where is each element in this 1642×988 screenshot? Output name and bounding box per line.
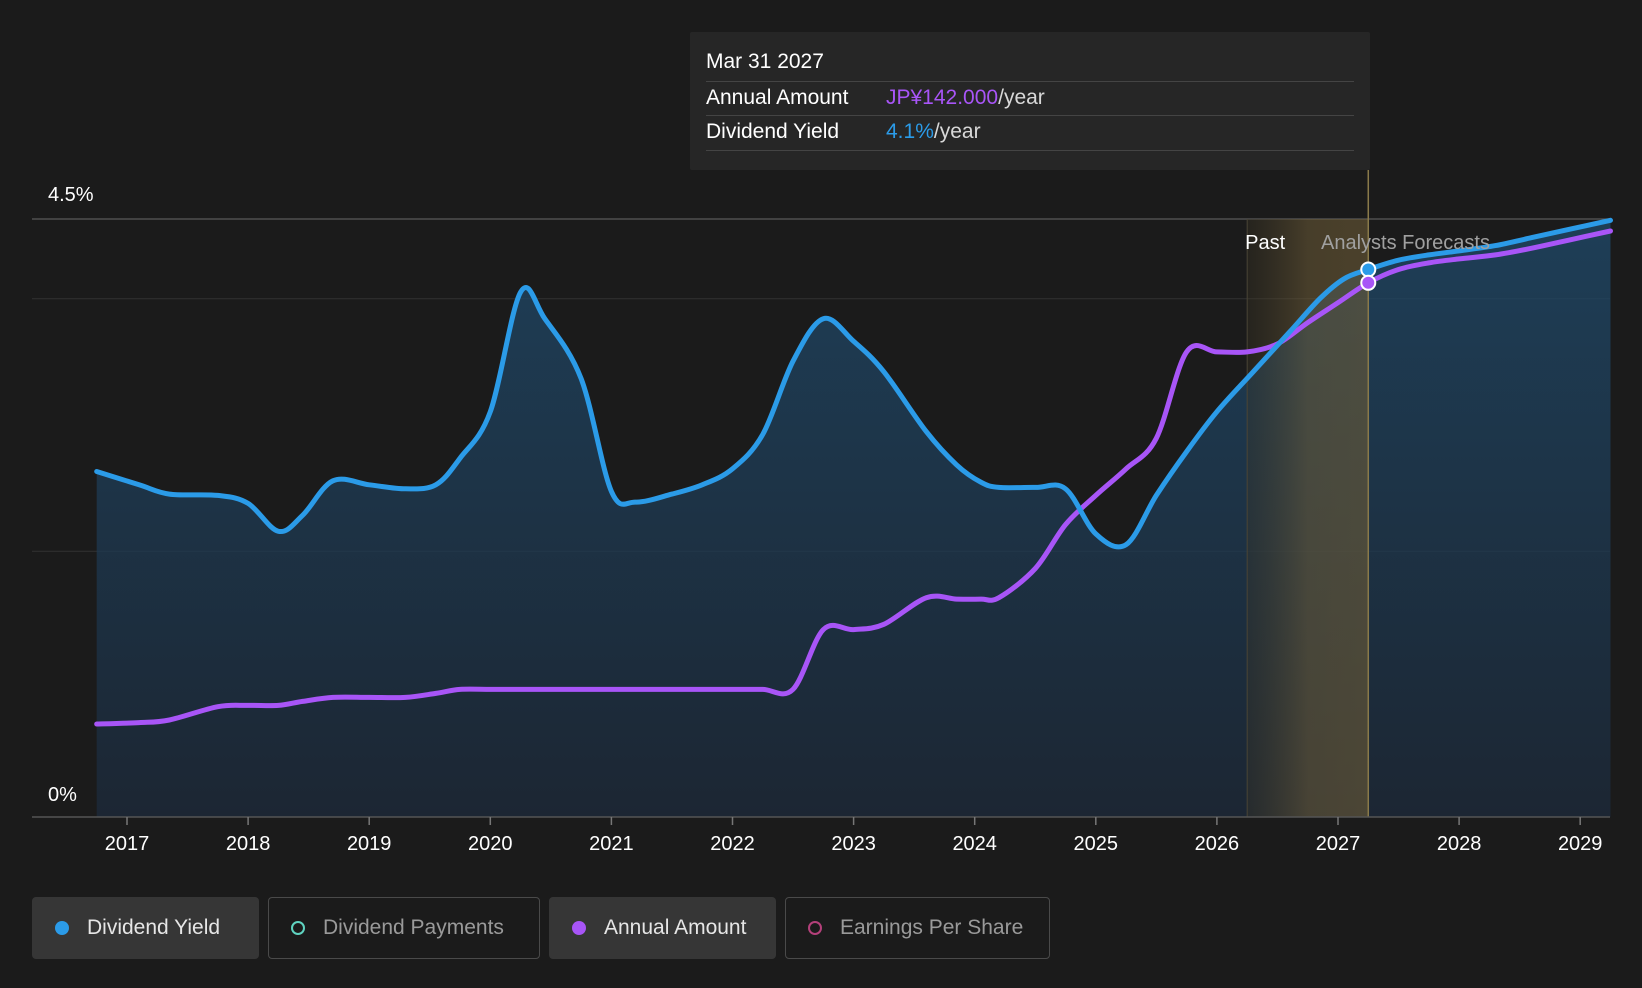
y-axis-top-label: 4.5% — [48, 184, 94, 206]
tooltip-row-annual-amount: Annual Amount JP¥142.000/year — [706, 81, 1354, 116]
x-tick-label: 2019 — [347, 833, 392, 855]
x-tick-label: 2018 — [226, 833, 271, 855]
x-tick-label: 2027 — [1316, 833, 1361, 855]
past-label: Past — [1245, 232, 1285, 254]
legend-dot-icon — [55, 921, 69, 935]
tooltip-divider — [706, 150, 1354, 151]
chart-legend: Dividend Yield Dividend Payments Annual … — [32, 897, 1050, 959]
x-tick-label: 2026 — [1195, 833, 1240, 855]
y-axis-bottom-label: 0% — [48, 784, 77, 806]
x-tick-label: 2020 — [468, 833, 513, 855]
dividend-yield-area — [96, 220, 1611, 818]
legend-dot-icon — [291, 921, 305, 935]
x-tick-label: 2021 — [589, 833, 634, 855]
x-tick-label: 2029 — [1558, 833, 1603, 855]
forecast-label: Analysts Forecasts — [1321, 232, 1490, 254]
legend-dot-icon — [808, 921, 822, 935]
tooltip-value: JP¥142.000/year — [886, 86, 1045, 109]
tooltip-label: Annual Amount — [706, 86, 849, 109]
tooltip-row-dividend-yield: Dividend Yield 4.1%/year — [706, 115, 1354, 150]
legend-label: Annual Amount — [604, 916, 747, 939]
tooltip-label: Dividend Yield — [706, 120, 840, 143]
legend-item-earnings-per-share[interactable]: Earnings Per Share — [785, 897, 1050, 959]
x-tick-label: 2023 — [831, 833, 876, 855]
legend-dot-icon — [572, 921, 586, 935]
x-tick-label: 2022 — [710, 833, 755, 855]
x-tick-label: 2028 — [1437, 833, 1482, 855]
chart-tooltip: Mar 31 2027 Annual Amount JP¥142.000/yea… — [690, 32, 1370, 170]
tooltip-value: 4.1%/year — [886, 120, 981, 143]
x-tick-label: 2025 — [1074, 833, 1119, 855]
tooltip-date: Mar 31 2027 — [706, 50, 824, 73]
legend-label: Earnings Per Share — [840, 916, 1024, 939]
x-tick-label: 2017 — [105, 833, 150, 855]
legend-label: Dividend Payments — [323, 916, 504, 939]
legend-label: Dividend Yield — [87, 916, 221, 939]
annual-amount-marker — [1360, 274, 1377, 291]
legend-item-dividend-payments[interactable]: Dividend Payments — [268, 897, 540, 959]
legend-item-annual-amount[interactable]: Annual Amount — [549, 897, 776, 959]
legend-item-dividend-yield[interactable]: Dividend Yield — [32, 897, 259, 959]
dividend-yield-marker — [1360, 261, 1377, 278]
x-tick-label: 2024 — [952, 833, 997, 855]
